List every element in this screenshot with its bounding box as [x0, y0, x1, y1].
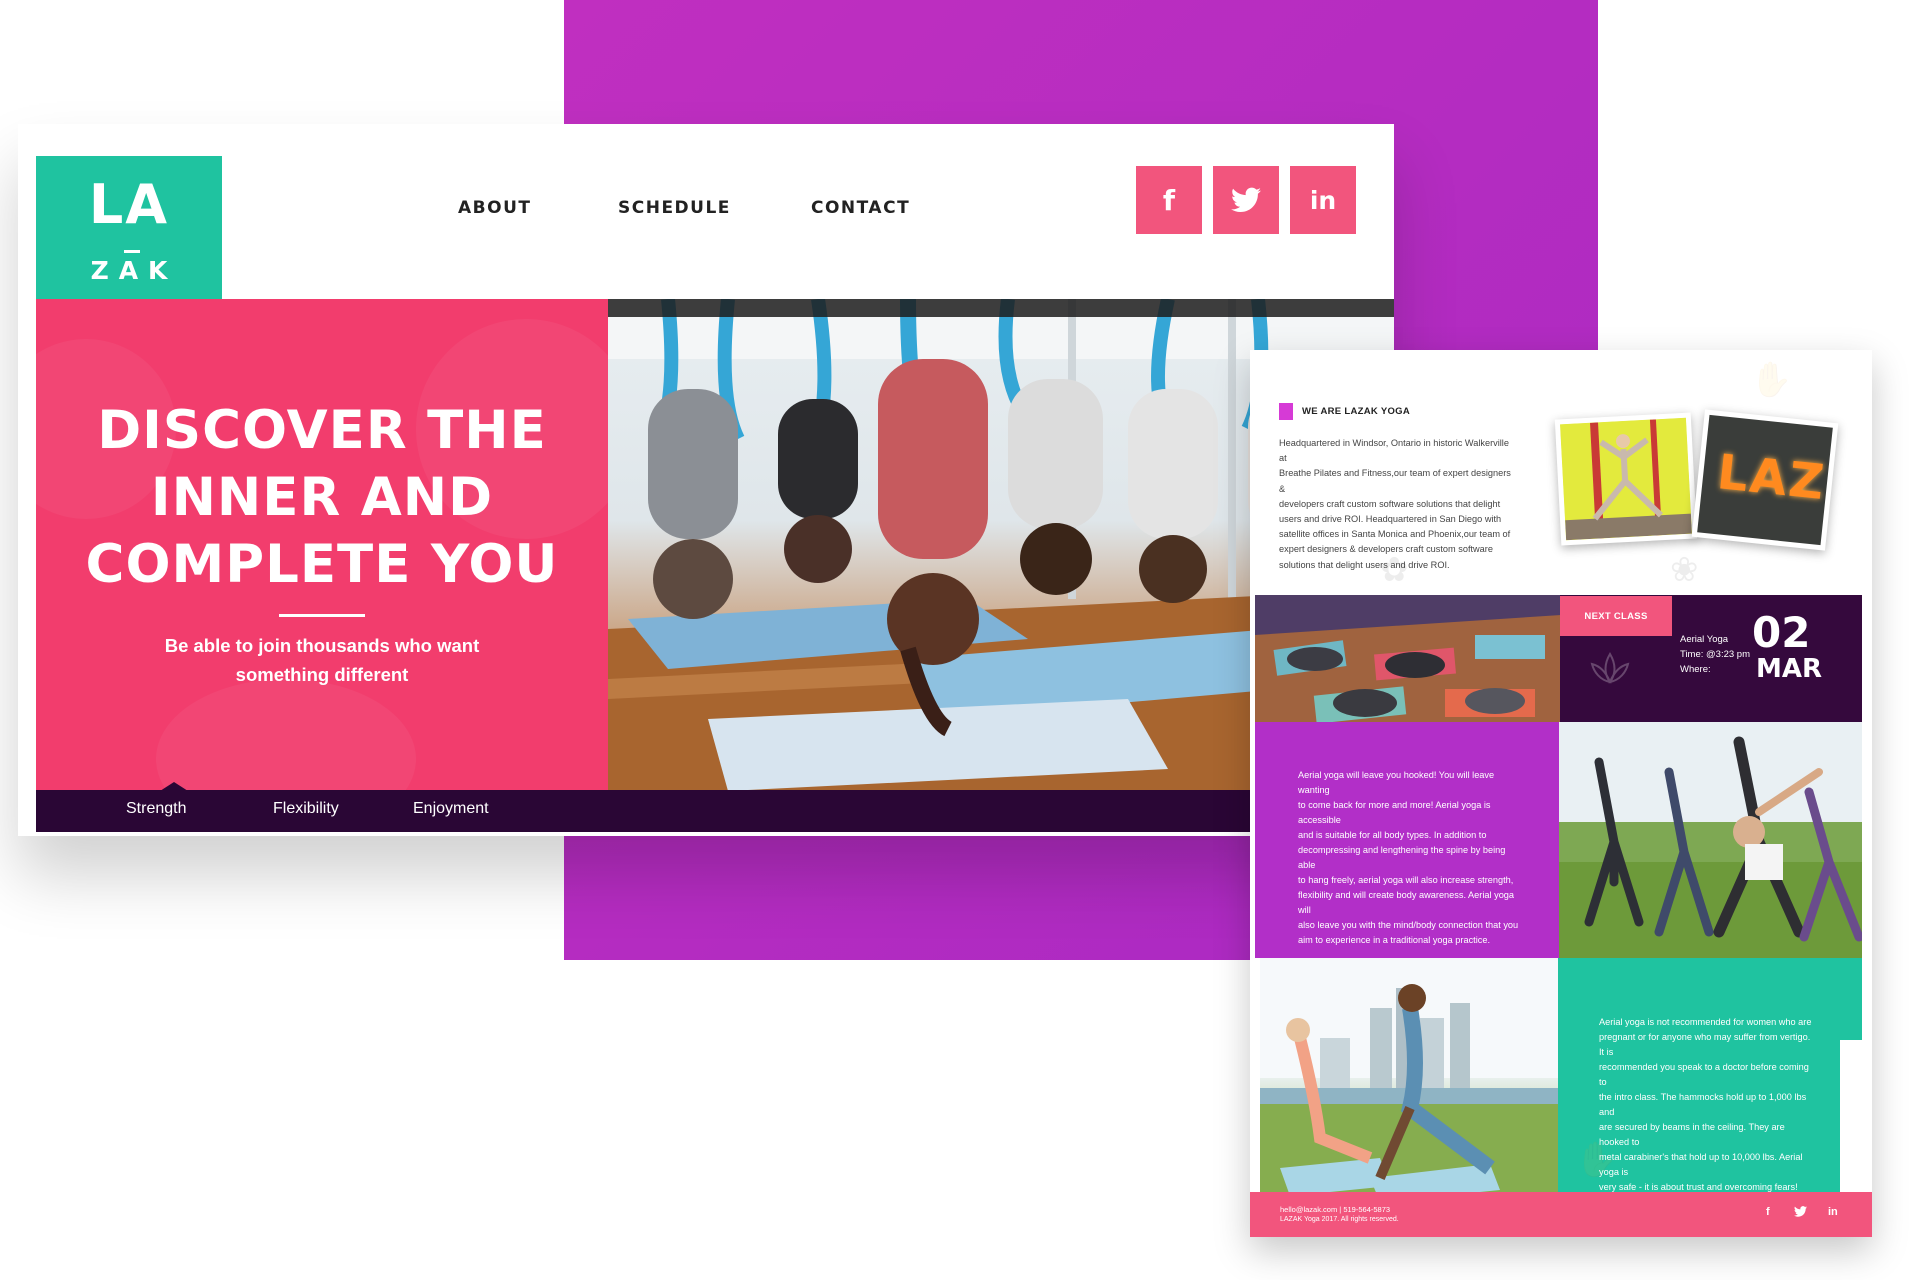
desktop-page-mockup: LA ZAK ABOUT SCHEDULE CONTACT f in DISCO… [18, 124, 1394, 836]
aerial-info-line: and is suitable for all body types. In a… [1298, 830, 1487, 840]
lazak-sign-text: LAZ [1714, 444, 1829, 512]
safety-info-line: Aerial yoga is not recommended for women… [1599, 1017, 1812, 1027]
yoga-pose-polaroid [1554, 412, 1698, 546]
about-body-line: users and drive ROI. Headquartered in Sa… [1279, 514, 1502, 525]
next-class-name: Aerial Yoga [1680, 634, 1729, 645]
logo-bar [124, 250, 140, 253]
hero-title: DISCOVER THE INNER AND COMPLETE YOU [36, 397, 608, 598]
feature-tabs-bar: Strength Flexibility Enjoyment [36, 790, 1394, 832]
about-body-line: developers craft custom software solutio… [1279, 498, 1501, 509]
hero-title-line: INNER AND [150, 467, 494, 528]
about-body-line: Headquartered in Windsor, Ontario in his… [1279, 438, 1509, 464]
aerial-info-line: to hang freely, aerial yoga will also in… [1298, 875, 1514, 885]
aerial-info-line: flexibility and will create body awarene… [1298, 890, 1515, 915]
footer-copyright: LAZAK Yoga 2017. All rights reserved. [1280, 1216, 1399, 1223]
lazak-sign-polaroid: LAZ [1691, 409, 1839, 551]
hero-subtitle-line: Be able to join thousands who want [164, 635, 480, 656]
section-marker [1279, 403, 1293, 420]
about-body-line: expert designers & developers craft cust… [1279, 544, 1493, 555]
footer-linkedin-icon[interactable]: in [1828, 1206, 1838, 1218]
about-body-line: satellite offices in Santa Monica and Ph… [1279, 529, 1511, 540]
aerial-info-line: to come back for more and more! Aerial y… [1298, 800, 1491, 825]
outdoor-yoga-photo [1559, 722, 1862, 960]
about-body-line: Breathe Pilates and Fitness,our team of … [1279, 468, 1511, 494]
hand-icon: ✋ [1750, 361, 1793, 399]
hero-subtitle-line: something different [235, 664, 409, 685]
twitter-icon[interactable] [1213, 166, 1279, 234]
page-footer [1250, 1192, 1872, 1237]
nav-about[interactable]: ABOUT [458, 198, 531, 218]
next-class-month: MAR [1756, 654, 1823, 684]
hero-text-panel: DISCOVER THE INNER AND COMPLETE YOU Be a… [36, 299, 608, 791]
nav-contact[interactable]: CONTACT [811, 198, 910, 218]
lotus-icon: ❀ [1670, 551, 1699, 589]
next-class-where: Where: [1680, 664, 1711, 675]
city-park-yoga-photo [1260, 958, 1558, 1210]
logo-top-text: LA [88, 173, 170, 236]
safety-info-line: recommended you speak to a doctor before… [1599, 1062, 1809, 1087]
tab-flexibility[interactable]: Flexibility [273, 800, 339, 818]
long-page-mockup: ✋ ❀ ✿ WE ARE LAZAK YOGA Headquartered in… [1250, 350, 1872, 1237]
lotus-icon [1590, 652, 1630, 684]
safety-info-line: metal carabiner's that hold up to 10,000… [1599, 1152, 1803, 1177]
nav-schedule[interactable]: SCHEDULE [618, 198, 731, 218]
hero-title-line: DISCOVER THE [97, 400, 547, 461]
hero-subtitle: Be able to join thousands who want somet… [142, 631, 502, 689]
tab-strength[interactable]: Strength [126, 800, 186, 818]
aerial-info-line: also leave you with the mind/body connec… [1298, 920, 1519, 930]
next-class-info: Aerial Yoga Time: @3:23 pm Where: [1680, 632, 1750, 677]
hero-title-line: COMPLETE YOU [85, 534, 559, 595]
safety-info-line: the intro class. The hammocks hold up to… [1599, 1092, 1807, 1117]
footer-contact[interactable]: hello@lazak.com | 519-564-5873 [1280, 1205, 1390, 1214]
logo-bottom-text: ZAK [90, 256, 178, 285]
footer-twitter-icon[interactable] [1794, 1206, 1807, 1220]
safety-info-line: pregnant or for anyone who may suffer fr… [1599, 1032, 1811, 1057]
aerial-info-text: Aerial yoga will leave you hooked! You w… [1298, 768, 1522, 948]
class-floor-photo [1255, 595, 1561, 723]
active-tab-indicator [160, 782, 188, 791]
safety-block-notch [1840, 1040, 1872, 1193]
footer-facebook-icon[interactable]: f [1766, 1206, 1770, 1218]
about-title: WE ARE LAZAK YOGA [1302, 406, 1411, 417]
about-body-line: solutions that delight users and drive R… [1279, 559, 1450, 570]
safety-info-line: are secured by beams in the ceiling. The… [1599, 1122, 1785, 1147]
tab-enjoyment[interactable]: Enjoyment [413, 800, 489, 818]
aerial-info-line: decompressing and lengthening the spine … [1298, 845, 1506, 870]
linkedin-icon[interactable]: in [1290, 166, 1356, 234]
hero-divider [279, 614, 365, 617]
next-class-label: NEXT CLASS [1560, 596, 1672, 636]
lazak-logo[interactable]: LA ZAK [36, 156, 222, 300]
aerial-info-line: Aerial yoga will leave you hooked! You w… [1298, 770, 1495, 795]
safety-info-text: Aerial yoga is not recommended for women… [1599, 1015, 1813, 1195]
aerial-info-line: aim to experience in a traditional yoga … [1298, 935, 1491, 945]
about-body: Headquartered in Windsor, Ontario in his… [1279, 436, 1513, 573]
next-class-time: Time: @3:23 pm [1680, 649, 1751, 660]
next-class-day: 02 [1752, 608, 1811, 657]
facebook-icon[interactable]: f [1136, 166, 1202, 234]
